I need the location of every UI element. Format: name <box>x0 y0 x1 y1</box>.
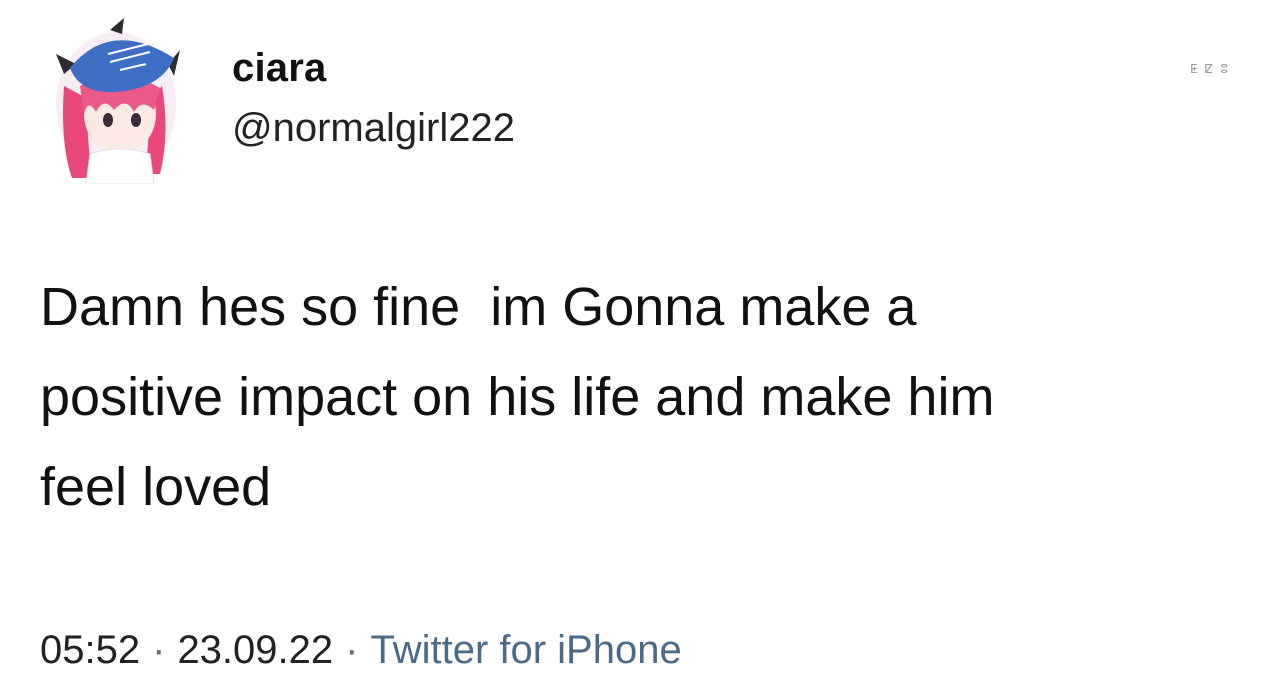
watermark: ⵟ ⵇ ⵓ <box>1190 62 1230 76</box>
tweet-date[interactable]: 23.09.22 <box>177 628 333 672</box>
display-name[interactable]: ciara <box>232 46 326 91</box>
avatar[interactable] <box>50 14 182 185</box>
anime-girl-avatar-icon <box>56 18 180 185</box>
tweet-source-link[interactable]: Twitter for iPhone <box>370 628 681 672</box>
tweet-time[interactable]: 05:52 <box>40 628 140 672</box>
tweet-meta: 05:52 · 23.09.22 · Twitter for iPhone <box>40 628 682 673</box>
user-handle[interactable]: @normalgirl222 <box>232 106 515 151</box>
meta-separator: · <box>152 628 166 672</box>
tweet-card: ciara @normalgirl222 ⵟ ⵇ ⵓ Damn hes so f… <box>0 0 1284 692</box>
tweet-text: Damn hes so fine im Gonna make a positiv… <box>40 277 995 517</box>
meta-separator: · <box>345 628 359 672</box>
